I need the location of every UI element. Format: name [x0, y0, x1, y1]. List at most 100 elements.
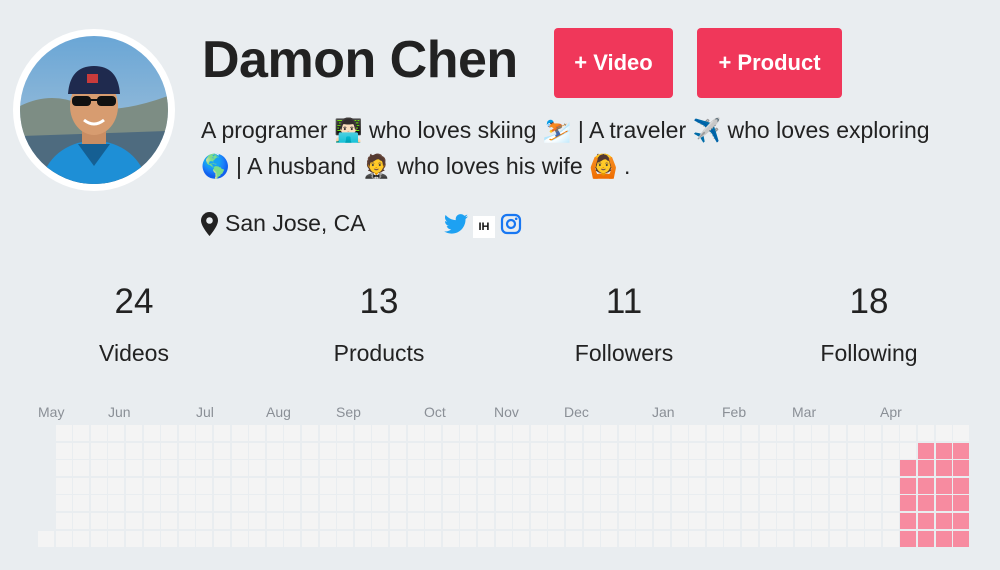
- activity-cell: [460, 443, 476, 459]
- activity-cell: [566, 513, 582, 529]
- activity-cell: [566, 495, 582, 511]
- activity-cell: [883, 495, 899, 511]
- activity-cell: [830, 495, 846, 511]
- activity-cell: [812, 425, 828, 441]
- activity-cell: [918, 513, 934, 529]
- twitter-icon[interactable]: [444, 214, 468, 239]
- activity-cell: [161, 495, 177, 511]
- activity-cell: [724, 531, 740, 547]
- activity-cell: [337, 443, 353, 459]
- activity-cell: [601, 531, 617, 547]
- activity-cell: [408, 513, 424, 529]
- activity-cell: [689, 478, 705, 494]
- activity-cell: [795, 460, 811, 476]
- activity-cell: [179, 495, 195, 511]
- activity-cell: [478, 478, 494, 494]
- month-label: Feb: [722, 404, 747, 420]
- activity-cell: [812, 460, 828, 476]
- activity-cell: [777, 443, 793, 459]
- activity-cell: [302, 425, 318, 441]
- activity-cell: [214, 513, 230, 529]
- activity-cell: [249, 513, 265, 529]
- activity-cell: [443, 443, 459, 459]
- activity-cell: [900, 531, 916, 547]
- activity-cell: [91, 478, 107, 494]
- activity-cell: [865, 460, 881, 476]
- activity-cell: [760, 425, 776, 441]
- activity-cell: [742, 478, 758, 494]
- activity-cell: [707, 495, 723, 511]
- activity-cell: [390, 425, 406, 441]
- activity-cell: [249, 495, 265, 511]
- activity-cell: [284, 513, 300, 529]
- activity-cell: [830, 478, 846, 494]
- activity-cell: [760, 478, 776, 494]
- activity-cell: [355, 425, 371, 441]
- activity-cell: [742, 425, 758, 441]
- activity-cell: [249, 460, 265, 476]
- activity-cell: [936, 425, 952, 441]
- activity-cell: [584, 478, 600, 494]
- activity-cell: [460, 495, 476, 511]
- activity-cell: [548, 495, 564, 511]
- stat-products[interactable]: 13 Products: [279, 282, 479, 368]
- activity-cell: [707, 478, 723, 494]
- activity-cell: [724, 513, 740, 529]
- activity-cell: [91, 460, 107, 476]
- activity-cell: [126, 425, 142, 441]
- activity-cell: [848, 513, 864, 529]
- activity-cell: [742, 460, 758, 476]
- activity-cell: [830, 513, 846, 529]
- activity-cell: [777, 531, 793, 547]
- indiehackers-icon[interactable]: IH: [473, 215, 495, 238]
- activity-cell: [91, 425, 107, 441]
- activity-cell: [496, 478, 512, 494]
- activity-cell: [443, 460, 459, 476]
- activity-cell: [900, 478, 916, 494]
- activity-cell: [496, 460, 512, 476]
- activity-cell: [144, 513, 160, 529]
- activity-cell: [73, 425, 89, 441]
- stat-following[interactable]: 18 Following: [769, 282, 969, 368]
- add-video-button[interactable]: + Video: [554, 28, 673, 98]
- activity-cell: [918, 478, 934, 494]
- activity-cell: [232, 513, 248, 529]
- instagram-icon[interactable]: [500, 213, 522, 240]
- activity-cell: [566, 443, 582, 459]
- activity-cell: [249, 443, 265, 459]
- activity-cell: [302, 531, 318, 547]
- activity-cell: [601, 478, 617, 494]
- activity-cell: [179, 460, 195, 476]
- stat-label: Followers: [574, 340, 674, 366]
- activity-cell: [249, 478, 265, 494]
- activity-cell: [513, 495, 529, 511]
- activity-cell: [795, 425, 811, 441]
- activity-cell: [883, 443, 899, 459]
- activity-cell: [56, 460, 72, 476]
- activity-cell: [161, 460, 177, 476]
- activity-cell: [337, 513, 353, 529]
- activity-cell: [390, 443, 406, 459]
- activity-cell: [232, 495, 248, 511]
- activity-cell: [496, 531, 512, 547]
- activity-cell: [812, 513, 828, 529]
- activity-cell: [496, 495, 512, 511]
- activity-cell: [619, 425, 635, 441]
- month-label: Sep: [336, 404, 361, 420]
- add-product-button[interactable]: + Product: [697, 28, 842, 98]
- activity-cell: [320, 443, 336, 459]
- activity-cell: [548, 478, 564, 494]
- activity-cell: [126, 443, 142, 459]
- activity-cell: [320, 531, 336, 547]
- activity-cell: [601, 443, 617, 459]
- stat-videos[interactable]: 24 Videos: [34, 282, 234, 368]
- stat-followers[interactable]: 11 Followers: [524, 282, 724, 368]
- activity-cell: [214, 425, 230, 441]
- activity-cell: [214, 478, 230, 494]
- activity-cell: [73, 460, 89, 476]
- stat-value: 13: [359, 282, 399, 321]
- activity-cell: [619, 478, 635, 494]
- activity-cell: [108, 513, 124, 529]
- profile-name: Damon Chen: [202, 31, 518, 89]
- activity-cell: [900, 513, 916, 529]
